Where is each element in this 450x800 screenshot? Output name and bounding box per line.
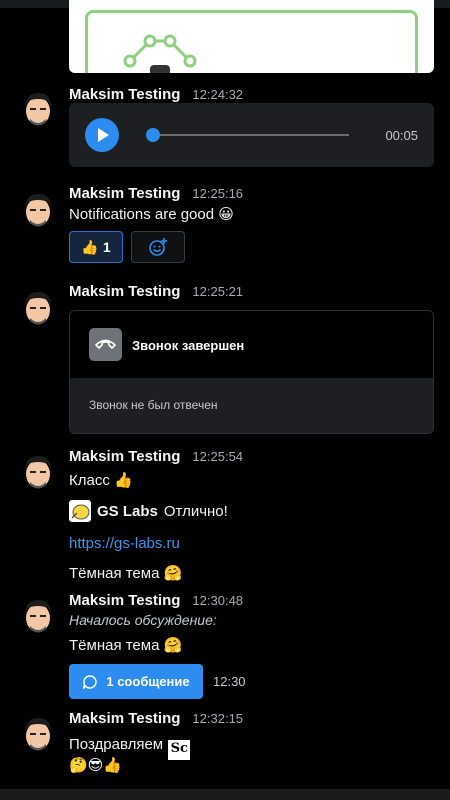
user-avatar[interactable] bbox=[18, 452, 58, 492]
phone-hangup-icon bbox=[89, 328, 122, 361]
audio-progress-track[interactable] bbox=[153, 134, 349, 136]
message-author[interactable]: Maksim Testing bbox=[69, 86, 180, 103]
message-time: 12:24:32 bbox=[192, 87, 244, 102]
user-avatar[interactable] bbox=[18, 596, 58, 636]
network-graph-icon bbox=[123, 34, 197, 73]
message-time: 12:25:54 bbox=[192, 449, 244, 464]
thread-last-time: 12:30 bbox=[213, 674, 246, 689]
forward-author-avatar[interactable] bbox=[69, 500, 91, 522]
user-avatar[interactable] bbox=[18, 714, 58, 754]
call-ended-card: Звонок завершен Звонок не был отвечен bbox=[69, 310, 434, 434]
message-emoji-line: 🤔😎👍 bbox=[69, 757, 122, 774]
message-header: Maksim Testing 12:25:21 bbox=[69, 283, 243, 300]
custom-emoji-sticker: Sc bbox=[167, 739, 192, 761]
message-text: Тёмная тема 🤗 bbox=[69, 637, 183, 654]
user-avatar[interactable] bbox=[18, 190, 58, 230]
reaction-emoji: 👍 bbox=[81, 238, 99, 255]
message-author[interactable]: Maksim Testing bbox=[69, 283, 180, 300]
message-author[interactable]: Maksim Testing bbox=[69, 592, 180, 609]
lemon-icon bbox=[71, 504, 90, 520]
call-card-body: Звонок не был отвечен bbox=[70, 378, 433, 433]
add-emoji-icon bbox=[149, 238, 167, 256]
user-avatar[interactable] bbox=[18, 89, 58, 129]
image-attachment-preview[interactable] bbox=[69, 0, 434, 73]
message-text: Поздравляем bbox=[69, 736, 164, 753]
message-header: Maksim Testing 12:30:48 bbox=[69, 592, 243, 609]
thread-replies-label: 1 сообщение bbox=[106, 674, 190, 689]
message-author[interactable]: Maksim Testing bbox=[69, 185, 180, 202]
audio-duration: 00:05 bbox=[385, 128, 418, 143]
audio-player: 00:05 bbox=[69, 103, 434, 167]
reaction-thumbs-up[interactable]: 👍 1 bbox=[69, 231, 123, 263]
image-attachment-frame bbox=[85, 10, 418, 73]
message-time: 12:25:21 bbox=[192, 284, 244, 299]
message-header: Maksim Testing 12:24:32 bbox=[69, 86, 243, 103]
message-text: Класс 👍 bbox=[69, 472, 133, 489]
forward-author-name[interactable]: GS Labs bbox=[97, 503, 158, 520]
message-time: 12:25:16 bbox=[192, 186, 244, 201]
message-header: Maksim Testing 12:32:15 bbox=[69, 710, 243, 727]
thread-bubble-icon bbox=[83, 674, 98, 689]
message-text: Тёмная тема 🤗 bbox=[69, 565, 183, 582]
message-text: Notifications are good 😀 bbox=[69, 206, 234, 223]
message-author[interactable]: Maksim Testing bbox=[69, 448, 180, 465]
call-status: Звонок не был отвечен bbox=[89, 398, 218, 412]
forward-text: Отлично! bbox=[163, 502, 228, 520]
call-title: Звонок завершен bbox=[132, 338, 245, 353]
audio-progress-knob[interactable] bbox=[146, 128, 160, 142]
message-time: 12:32:15 bbox=[192, 711, 244, 726]
reaction-count: 1 bbox=[102, 239, 111, 255]
user-avatar[interactable] bbox=[18, 288, 58, 328]
add-reaction-button[interactable] bbox=[131, 231, 185, 263]
message-author[interactable]: Maksim Testing bbox=[69, 710, 180, 727]
message-link[interactable]: https://gs-labs.ru bbox=[69, 535, 180, 552]
message-header: Maksim Testing 12:25:54 bbox=[69, 448, 243, 465]
play-icon[interactable] bbox=[85, 118, 119, 152]
forwarded-message: GS Labs Отлично! bbox=[69, 500, 228, 522]
thread-replies-button[interactable]: 1 сообщение bbox=[69, 664, 203, 699]
thread-started-label: Началось обсуждение: bbox=[69, 612, 217, 628]
bottom-scroll-edge bbox=[0, 789, 450, 800]
message-header: Maksim Testing 12:25:16 bbox=[69, 185, 243, 202]
message-time: 12:30:48 bbox=[192, 593, 244, 608]
call-card-header: Звонок завершен bbox=[70, 311, 433, 378]
